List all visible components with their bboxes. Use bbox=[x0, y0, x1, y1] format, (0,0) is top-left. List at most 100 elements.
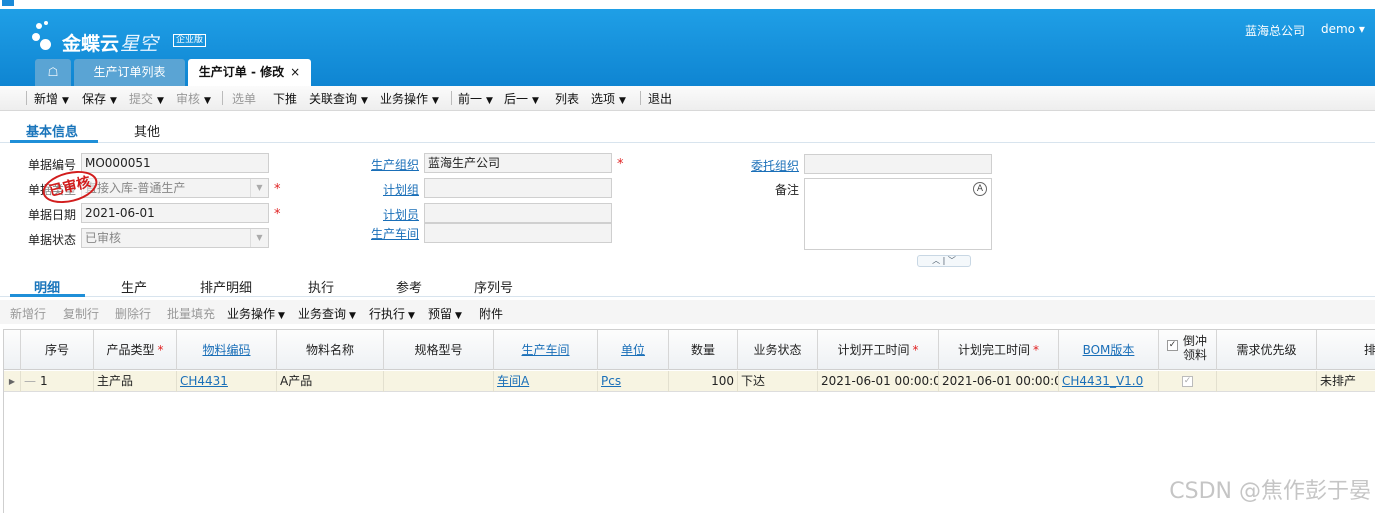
add-row-button[interactable]: 新增行 bbox=[10, 305, 46, 322]
toolbar-divider bbox=[222, 91, 223, 105]
cell-qty[interactable]: 100 bbox=[669, 371, 738, 392]
entrust-org-label[interactable]: 委托组织 bbox=[751, 157, 799, 174]
remark-textarea[interactable]: A bbox=[804, 178, 992, 250]
col-qty[interactable]: 数量 bbox=[669, 330, 738, 370]
window-titlebar bbox=[0, 0, 1375, 9]
row-pointer-icon: ▶ bbox=[4, 371, 21, 392]
user-menu[interactable]: demo ▾ bbox=[1321, 22, 1365, 36]
brand-sub: 星空 bbox=[120, 33, 159, 55]
col-demand-priority[interactable]: 需求优先级 bbox=[1217, 330, 1317, 370]
col-spec[interactable]: 规格型号 bbox=[384, 330, 494, 370]
tab-order-list[interactable]: 生产订单列表 bbox=[74, 59, 185, 86]
audit-button[interactable]: 审核 ▼ bbox=[176, 90, 211, 107]
bill-type-select[interactable]: 直接入库-普通生产 ▼ bbox=[81, 178, 269, 198]
list-button[interactable]: 列表 bbox=[555, 90, 579, 107]
plan-group-label[interactable]: 计划组 bbox=[383, 181, 419, 198]
chevron-down-icon: ▼ bbox=[62, 96, 69, 106]
tab-reference[interactable]: 参考 bbox=[396, 277, 422, 296]
cell-bom-version[interactable]: CH4431_V1.0 bbox=[1059, 371, 1159, 392]
cell-demand-priority[interactable] bbox=[1217, 371, 1317, 392]
cell-product-type[interactable]: 主产品 bbox=[94, 371, 177, 392]
select-bill-button[interactable]: 选单 bbox=[232, 90, 256, 107]
delete-row-button[interactable]: 删除行 bbox=[115, 305, 151, 322]
tab-home[interactable]: ☖ bbox=[35, 59, 71, 86]
col-unit[interactable]: 单位 bbox=[598, 330, 669, 370]
previous-button[interactable]: 前一 ▼ bbox=[458, 90, 493, 107]
detail-toolbar: 新增行 复制行 删除行 批量填充 业务操作 ▼ 业务查询 ▼ 行执行 ▼ 预留 ▼ 附件 bbox=[0, 300, 1375, 324]
cell-biz-status: 下达 bbox=[738, 371, 818, 392]
col-biz-status[interactable]: 业务状态 bbox=[738, 330, 818, 370]
col-bom-version[interactable]: BOM版本 bbox=[1059, 330, 1159, 370]
row-business-ops-button[interactable]: 业务操作 ▼ bbox=[227, 305, 285, 322]
chevron-down-icon: ▼ bbox=[532, 96, 539, 106]
push-down-button[interactable]: 下推 bbox=[273, 90, 297, 107]
cell-unit[interactable]: Pcs bbox=[598, 371, 669, 392]
bill-date-field[interactable]: 2021-06-01 bbox=[81, 203, 269, 223]
prd-org-field[interactable]: 蓝海生产公司 bbox=[424, 153, 612, 173]
tab-other[interactable]: 其他 bbox=[134, 121, 160, 140]
cell-plan-finish[interactable]: 2021-06-01 00:00:00 bbox=[939, 371, 1059, 392]
bill-status-select[interactable]: 已审核 ▼ bbox=[81, 228, 269, 248]
bill-no-field[interactable]: MO000051 bbox=[81, 153, 269, 173]
new-button[interactable]: 新增 ▼ bbox=[34, 90, 69, 107]
related-query-button[interactable]: 关联查询 ▼ bbox=[309, 90, 368, 107]
business-query-button[interactable]: 业务查询 ▼ bbox=[298, 305, 356, 322]
batch-fill-button[interactable]: 批量填充 bbox=[167, 305, 215, 322]
cell-spec[interactable] bbox=[384, 371, 494, 392]
tab-execute[interactable]: 执行 bbox=[308, 277, 334, 296]
tab-label: 生产订单列表 bbox=[93, 65, 166, 79]
required-marker: * bbox=[274, 182, 281, 197]
collapse-toggle[interactable]: ︿ | ﹀ bbox=[917, 255, 971, 267]
chevron-down-icon: ▼ bbox=[455, 311, 462, 321]
tab-basic-info[interactable]: 基本信息 bbox=[26, 121, 78, 140]
row-execute-button[interactable]: 行执行 ▼ bbox=[369, 305, 415, 322]
tab-order-edit[interactable]: 生产订单 - 修改 × bbox=[188, 59, 311, 86]
save-button[interactable]: 保存 ▼ bbox=[82, 90, 117, 107]
table-row[interactable]: ▶ —1 主产品 CH4431 A产品 车间A Pcs 100 下达 2021-… bbox=[4, 371, 1375, 392]
chevron-down-icon: ▼ bbox=[157, 96, 164, 106]
col-material-code[interactable]: 物料编码 bbox=[177, 330, 277, 370]
close-icon[interactable]: × bbox=[290, 65, 300, 79]
cell-workshop[interactable]: 车间A bbox=[494, 371, 598, 392]
col-plan-start[interactable]: 计划开工时间 * bbox=[818, 330, 939, 370]
col-backflush[interactable]: ✓ 倒冲领料 bbox=[1159, 330, 1217, 370]
multilang-icon[interactable]: A bbox=[973, 182, 987, 196]
active-tab-indicator bbox=[10, 294, 85, 297]
edition-badge: 企业版 bbox=[173, 34, 207, 47]
reserve-button[interactable]: 预留 ▼ bbox=[428, 305, 462, 322]
exit-button[interactable]: 退出 bbox=[648, 90, 672, 107]
submit-button[interactable]: 提交 ▼ bbox=[129, 90, 164, 107]
workshop-label[interactable]: 生产车间 bbox=[371, 225, 419, 242]
prd-org-label[interactable]: 生产组织 bbox=[371, 156, 419, 173]
bill-status-label: 单据状态 bbox=[28, 233, 77, 247]
col-workshop[interactable]: 生产车间 bbox=[494, 330, 598, 370]
col-material-name[interactable]: 物料名称 bbox=[277, 330, 384, 370]
cell-seq: —1 bbox=[21, 371, 94, 392]
tab-serial-no[interactable]: 序列号 bbox=[474, 277, 513, 296]
options-button[interactable]: 选项 ▼ bbox=[591, 90, 626, 107]
business-ops-button[interactable]: 业务操作 ▼ bbox=[380, 90, 439, 107]
company-name[interactable]: 蓝海总公司 bbox=[1245, 22, 1305, 39]
next-button[interactable]: 后一 ▼ bbox=[504, 90, 539, 107]
col-seq[interactable]: 序号 bbox=[21, 330, 94, 370]
planner-label[interactable]: 计划员 bbox=[383, 206, 419, 223]
toolbar-divider bbox=[451, 91, 452, 105]
workshop-field[interactable] bbox=[424, 223, 612, 243]
checkbox-icon: ✓ bbox=[1167, 340, 1178, 351]
cell-plan-start[interactable]: 2021-06-01 00:00:00 bbox=[818, 371, 939, 392]
attachment-button[interactable]: 附件 bbox=[479, 305, 503, 322]
copy-row-button[interactable]: 复制行 bbox=[63, 305, 99, 322]
entrust-org-field[interactable] bbox=[804, 154, 992, 174]
planner-field[interactable] bbox=[424, 203, 612, 223]
cell-material-name[interactable]: A产品 bbox=[277, 371, 384, 392]
chevron-down-icon: ▼ bbox=[408, 311, 415, 321]
cell-material-code[interactable]: CH4431 bbox=[177, 371, 277, 392]
col-product-type[interactable]: 产品类型 * bbox=[94, 330, 177, 370]
cell-backflush[interactable]: ✓ bbox=[1159, 371, 1217, 392]
plan-group-field[interactable] bbox=[424, 178, 612, 198]
tab-schedule-detail[interactable]: 排产明细 bbox=[200, 277, 252, 296]
tab-production[interactable]: 生产 bbox=[121, 277, 147, 296]
col-plan-finish[interactable]: 计划完工时间 * bbox=[939, 330, 1059, 370]
col-schedule-status[interactable]: 排产状态 bbox=[1317, 330, 1375, 370]
home-icon: ☖ bbox=[47, 65, 59, 79]
